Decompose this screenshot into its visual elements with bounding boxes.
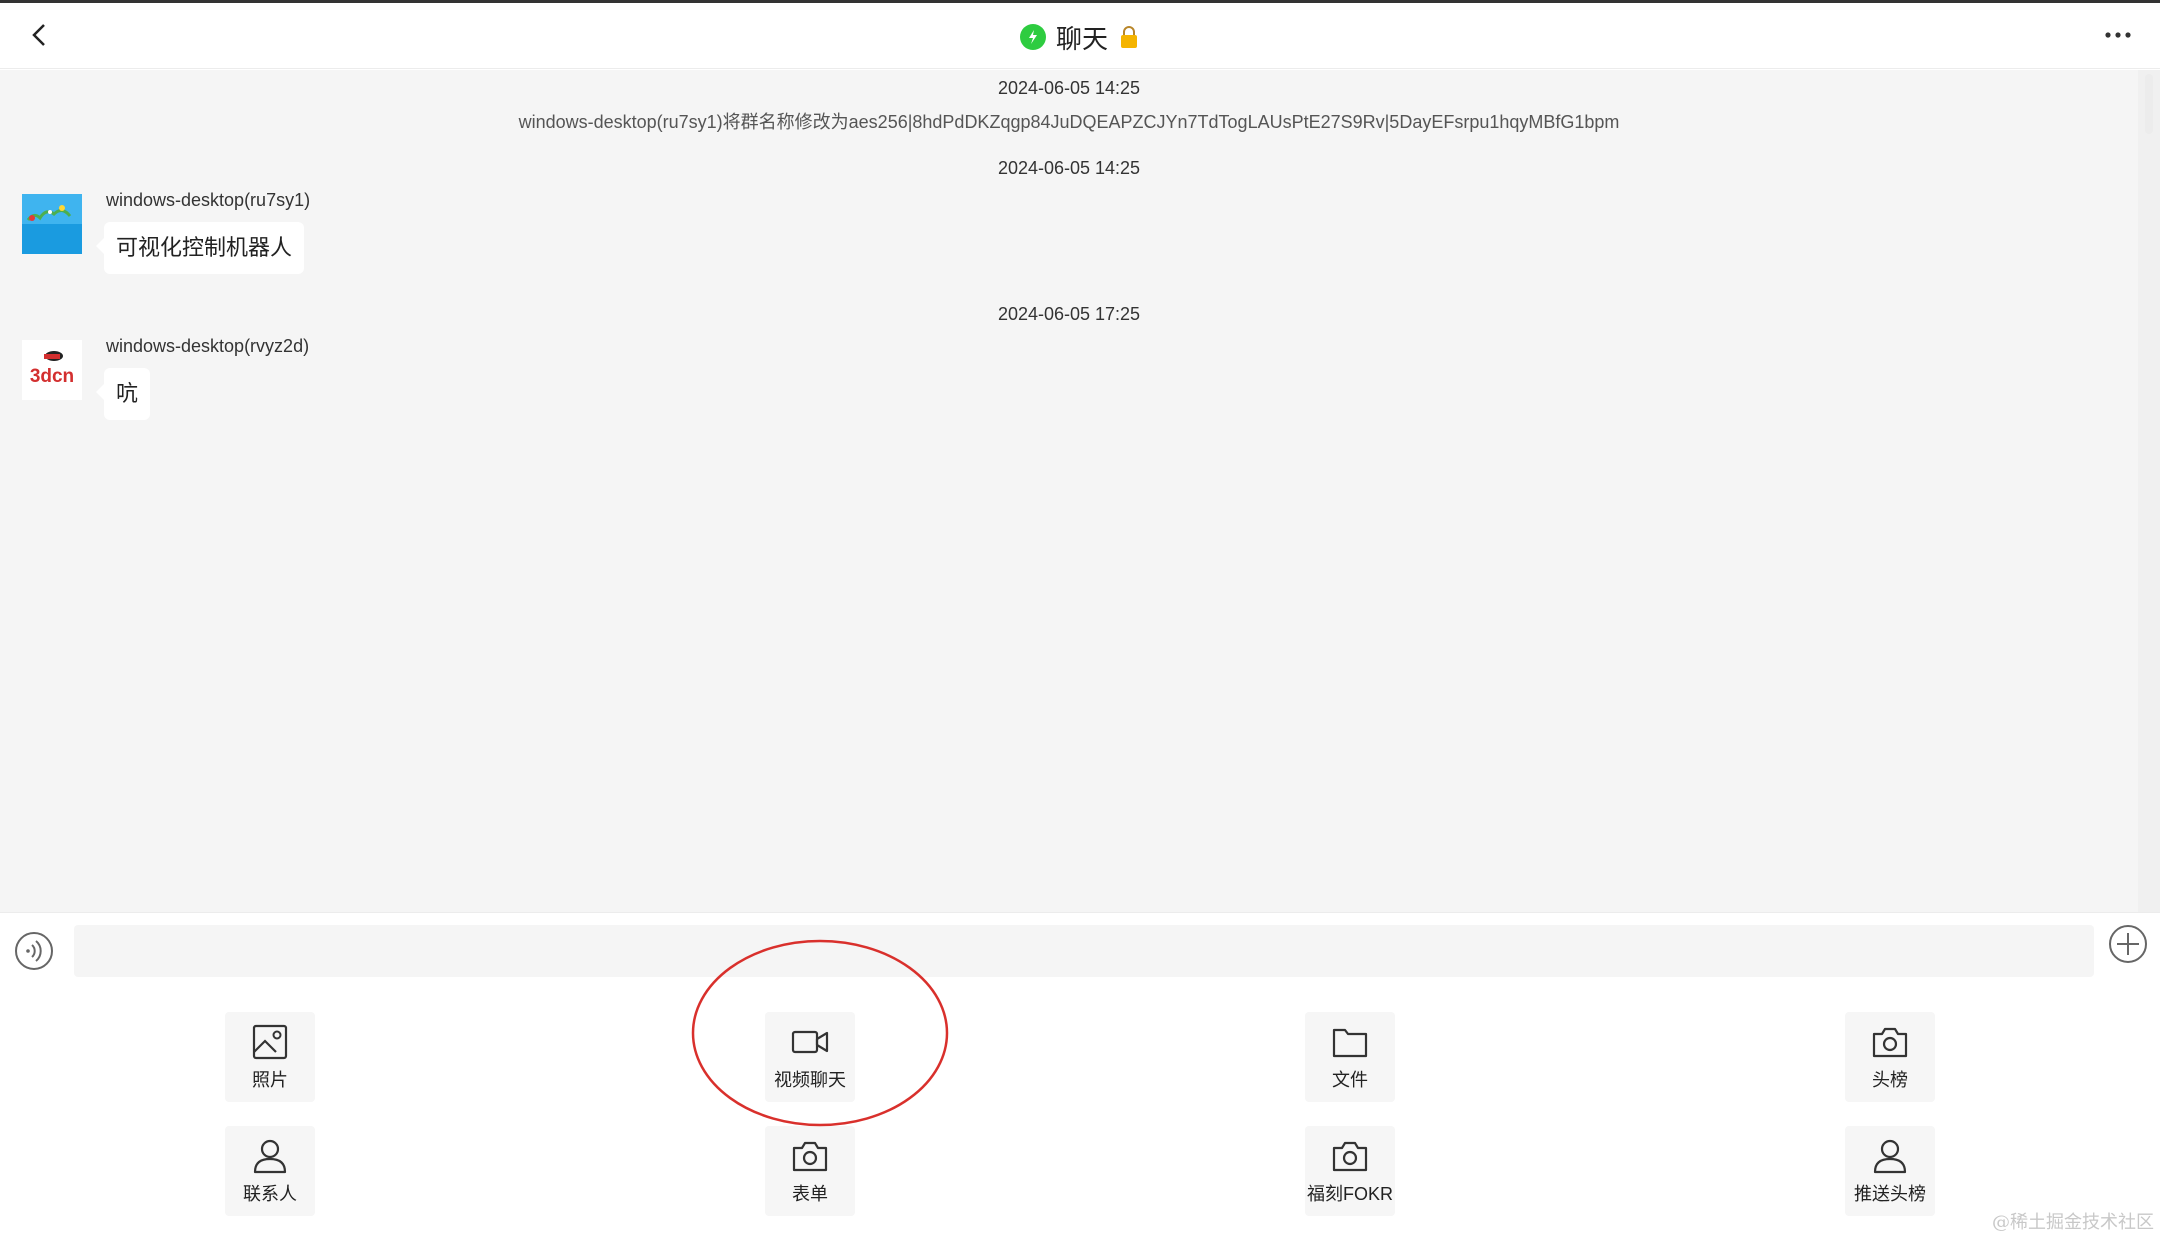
- tool-label: 头榜: [1872, 1070, 1908, 1090]
- more-button[interactable]: [2096, 17, 2140, 53]
- tools-panel: 照片 视频聊天 文件 头榜 联系人 表单 福刻FOKR 推送头榜: [0, 986, 2160, 1239]
- tool-photo[interactable]: 照片: [225, 1012, 315, 1102]
- tool-label: 文件: [1332, 1070, 1368, 1090]
- camera-icon: [1872, 1027, 1908, 1058]
- camera-icon: [792, 1141, 828, 1172]
- tool-label: 联系人: [243, 1184, 297, 1204]
- scrollbar-thumb[interactable]: [2145, 74, 2153, 134]
- online-status-icon: [1019, 24, 1046, 50]
- voice-button[interactable]: [14, 931, 54, 971]
- message-sender: windows-desktop(rvyz2d): [106, 336, 310, 356]
- tool-fukr[interactable]: 福刻FOKR: [1305, 1126, 1395, 1216]
- tool-contacts[interactable]: 联系人: [225, 1126, 315, 1216]
- video-camera-icon: [791, 1030, 829, 1054]
- plus-circle-icon: [2109, 925, 2147, 963]
- tool-label: 福刻FOKR: [1306, 1184, 1393, 1204]
- svg-text:3dcn: 3dcn: [30, 366, 74, 387]
- chat-scrollbar[interactable]: [2138, 70, 2160, 912]
- tool-form[interactable]: 表单: [765, 1126, 855, 1216]
- message-timestamp: 2024-06-05 14:25: [997, 78, 1141, 98]
- tool-headline[interactable]: 头榜: [1845, 1012, 1935, 1102]
- tool-label: 推送头榜: [1854, 1184, 1926, 1204]
- avatar[interactable]: 3dcn: [22, 340, 82, 400]
- folder-icon: [1332, 1028, 1368, 1058]
- camera-icon: [1332, 1141, 1368, 1172]
- chat-history[interactable]: 2024-06-05 14:25 windows-desktop(ru7sy1)…: [0, 70, 2138, 912]
- input-bar: [0, 912, 2160, 986]
- avatar[interactable]: [22, 194, 82, 254]
- tool-label: 照片: [252, 1070, 288, 1090]
- lock-icon: [1121, 26, 1137, 48]
- title-group: 聊天: [0, 19, 2160, 55]
- person-icon: [1873, 1139, 1907, 1174]
- system-notice: windows-desktop(ru7sy1)将群名称修改为aes256|8hd…: [518, 112, 1620, 132]
- tool-video-chat[interactable]: 视频聊天: [765, 1012, 855, 1102]
- message-input[interactable]: [74, 925, 2094, 977]
- message-bubble[interactable]: 吭: [95, 368, 151, 420]
- message-timestamp: 2024-06-05 14:25: [997, 158, 1141, 178]
- message-timestamp: 2024-06-05 17:25: [997, 304, 1141, 324]
- message-bubble[interactable]: 可视化控制机器人: [95, 222, 305, 274]
- image-icon: [252, 1024, 288, 1060]
- header-bar: 聊天: [0, 3, 2160, 69]
- tool-label: 表单: [792, 1184, 828, 1204]
- tool-label: 视频聊天: [774, 1070, 846, 1090]
- message-sender: windows-desktop(ru7sy1): [106, 190, 311, 210]
- more-tools-button[interactable]: [2108, 924, 2148, 964]
- voice-icon: [15, 932, 53, 970]
- tool-push-headline[interactable]: 推送头榜: [1845, 1126, 1935, 1216]
- person-icon: [253, 1139, 287, 1174]
- watermark: @稀土掘金技术社区: [1992, 1212, 2154, 1233]
- page-title: 聊天: [1055, 23, 1108, 54]
- tool-file[interactable]: 文件: [1305, 1012, 1395, 1102]
- more-dots-icon: [2105, 32, 2131, 38]
